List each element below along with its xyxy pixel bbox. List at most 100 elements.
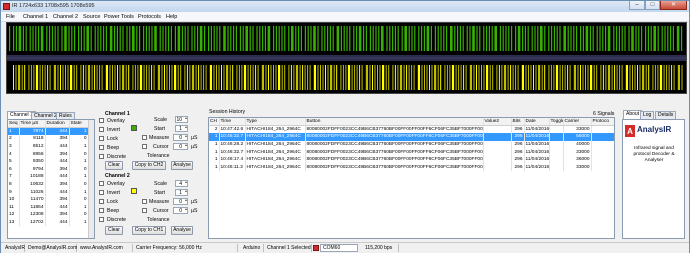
ch2-clear-button[interactable]: Clear (105, 226, 123, 235)
ch1-scale-stepper[interactable]: 10 (175, 115, 188, 123)
table-cell (549, 155, 564, 164)
table-row[interactable]: 1 10:46:32.7 HITACHI184_264_2964C 80080002F… (209, 133, 614, 141)
column-header-toggle[interactable]: Toggle (549, 118, 564, 127)
table-row[interactable]: 12 12308 394 0 (8, 211, 89, 219)
ch2-copy-button[interactable]: Copy to CH1 (132, 226, 166, 235)
column-header-button[interactable]: Button (305, 118, 484, 127)
menu-help[interactable]: Help (166, 14, 177, 20)
waveform-display[interactable] (6, 22, 687, 94)
status-website[interactable]: www.AnalysIR.com (78, 244, 133, 252)
menu-channel-1[interactable]: Channel 1 (23, 14, 48, 20)
table-row[interactable]: 11 11864 444 1 (8, 203, 89, 212)
ch2-discrete-checkbox[interactable] (99, 217, 104, 222)
table-cell: 444 (45, 127, 70, 136)
ch1-lock-checkbox[interactable] (99, 136, 104, 141)
ch1-measure-stepper[interactable]: 0 (173, 133, 188, 141)
table-cell: 12308 (19, 211, 46, 219)
session-history-table[interactable]: CH Time Type Button Value2 Bits Date Tog… (208, 117, 615, 239)
table-cell: 10:46:28.2 (219, 140, 246, 149)
table-row[interactable]: 13 12702 444 1 (8, 218, 89, 227)
menu-source[interactable]: Source (83, 14, 100, 20)
minimize-button[interactable]: – (629, 1, 645, 10)
column-header-state[interactable]: State (69, 120, 89, 129)
table-cell: 6 (8, 165, 20, 174)
signal-table[interactable]: Seq Time µS Duration State 1 7874 444 1 2 811… (7, 119, 95, 239)
column-header-value2[interactable]: Value2 (483, 118, 512, 127)
ch2-scale-stepper[interactable]: 4 (175, 179, 188, 187)
close-button[interactable]: ✕ (660, 1, 687, 10)
table-row[interactable]: 1 10:46:32.7 HITACHI184_264_2964C 80080002F… (209, 148, 614, 156)
table-row[interactable]: 3 8512 444 1 (8, 142, 89, 151)
ch2-cursor-stepper[interactable]: 0 (173, 206, 188, 214)
tab-log[interactable]: Log (640, 111, 655, 119)
maximize-button[interactable]: □ (645, 1, 660, 10)
column-header-time[interactable]: Time (219, 118, 246, 127)
column-header-ch[interactable]: CH (209, 118, 220, 127)
connection-status-icon (313, 245, 319, 251)
table-cell: 80080002FDFF0023CC49B6CB37760BF00FF00FF0… (305, 133, 484, 141)
ch1-discrete-checkbox[interactable] (99, 154, 104, 159)
column-header-type[interactable]: Type (245, 118, 306, 127)
table-cell: 296 (511, 163, 525, 172)
ch2-measure-stepper[interactable]: 0 (173, 197, 188, 205)
ch2-cursor-checkbox[interactable] (142, 208, 147, 213)
table-row[interactable]: 1 10:46:17.4 HITACHI184_264_2964C 80080002F… (209, 155, 614, 164)
ch2-start-stepper[interactable]: 1 (175, 188, 188, 196)
table-row[interactable]: 7 10188 444 1 (8, 173, 89, 181)
ch2-cursor-label: Cursor (153, 208, 169, 214)
table-cell: 1 (69, 142, 89, 151)
ch1-overlay-checkbox[interactable] (99, 118, 104, 123)
status-email[interactable]: Demo@AnalysIR.com (26, 244, 77, 252)
table-cell: 7 (8, 173, 20, 181)
app-icon (3, 3, 10, 10)
ch1-copy-button[interactable]: Copy to CH2 (132, 161, 166, 170)
ch2-analyse-button[interactable]: Analyse (171, 226, 193, 235)
ch1-cursor-checkbox[interactable] (142, 144, 147, 149)
ch1-cursor-label: Cursor (153, 144, 169, 150)
ch2-measure-checkbox[interactable] (142, 199, 147, 204)
ch1-cursor-stepper[interactable]: 0 (173, 142, 188, 150)
column-header-protocol[interactable]: Protoco (591, 118, 614, 127)
table-row[interactable]: 1 7874 444 1 (8, 127, 89, 136)
table-row[interactable]: 2 8118 394 0 (8, 135, 89, 143)
table-cell: 8118 (19, 135, 46, 143)
table-row[interactable]: 2 10:47:42.6 HITACHI184_264_2964C 80080002F… (209, 125, 614, 134)
table-row[interactable]: 9 11026 444 1 (8, 188, 89, 196)
table-row[interactable]: 8 10632 394 0 (8, 180, 89, 189)
column-header-seq[interactable]: Seq (8, 120, 20, 129)
ch1-clear-button[interactable]: Clear (105, 161, 123, 170)
ch2-lock-checkbox[interactable] (99, 199, 104, 204)
table-cell: 80080002FDFF0023CC49B6CB37760BF00FF00FF0… (305, 155, 484, 164)
ch2-invert-checkbox[interactable] (99, 190, 104, 195)
ch1-invert-checkbox[interactable] (99, 127, 104, 132)
menu-power-tools[interactable]: Power Tools (104, 14, 134, 20)
ch2-color-swatch[interactable] (131, 188, 137, 194)
column-header-bits[interactable]: Bits (511, 118, 525, 127)
menu-protocols[interactable]: Protocols (138, 14, 161, 20)
signal-table-scrollbar[interactable] (88, 120, 94, 238)
column-header-time[interactable]: Time µS (19, 120, 46, 129)
ch2-beep-checkbox[interactable] (99, 208, 104, 213)
table-row[interactable]: 5 9350 444 1 (8, 157, 89, 166)
column-header-duration[interactable]: Duration (45, 120, 70, 129)
table-cell: 10188 (19, 173, 46, 181)
ch1-analyse-button[interactable]: Analyse (171, 161, 193, 170)
ch1-measure-checkbox[interactable] (142, 135, 147, 140)
ch1-color-swatch[interactable] (131, 125, 137, 131)
column-header-date[interactable]: Date (524, 118, 550, 127)
table-cell: 9350 (19, 157, 46, 166)
menu-channel-2[interactable]: Channel 2 (53, 14, 78, 20)
ch1-beep-checkbox[interactable] (99, 145, 104, 150)
table-row[interactable]: 1 10:46:28.2 HITACHI184_264_2964C 80080002F… (209, 140, 614, 149)
table-row[interactable]: 10 11470 394 0 (8, 195, 89, 204)
table-row[interactable]: 4 8956 394 0 (8, 150, 89, 158)
table-row[interactable]: 1 10:46:11.3 HITACHI184_264_2964C 80080002F… (209, 163, 614, 172)
table-cell: 80080002FDFF0023CC49B6CB37760BF00FF00FF0… (305, 163, 484, 172)
tab-details[interactable]: Details (655, 111, 677, 119)
table-row[interactable]: 6 9794 394 0 (8, 165, 89, 174)
ch2-overlay-checkbox[interactable] (99, 181, 104, 186)
menu-file[interactable]: File (6, 14, 15, 20)
column-header-carrier[interactable]: Carrier (563, 118, 592, 127)
ch1-start-stepper[interactable]: 1 (175, 124, 188, 132)
status-port-select[interactable]: COM60 (320, 244, 358, 252)
